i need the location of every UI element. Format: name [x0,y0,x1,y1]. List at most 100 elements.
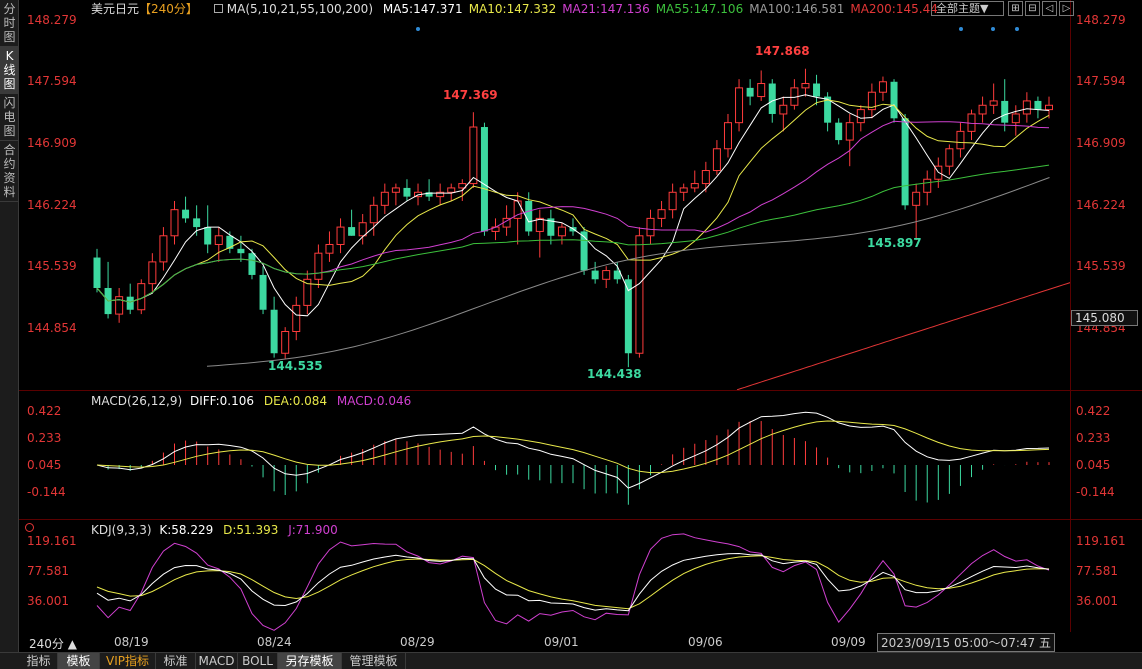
ma-value: MA55:147.106 [655,2,744,16]
theme-select[interactable]: 全部主题▼ [931,1,1004,16]
kdj-k: K:58.229 [159,523,214,537]
tab-vip-indicator[interactable]: VIP指标 [100,653,156,669]
time-range-readout: 2023/09/15 05:00～07:47 五 [877,633,1055,652]
period-toggle[interactable]: 240分 ▲ [29,635,77,652]
candle-body-down [182,209,190,219]
tab-timeshare[interactable]: 分时图 [0,0,19,47]
ma-icon [213,4,223,13]
candle-body-up [757,83,766,98]
bottom-tabs: 指标 模板 VIP指标 标准 MACD BOLL 另存模板 管理模板 [0,652,1142,669]
tab-template[interactable]: 模板 [58,653,100,669]
price-label-left: 147.594 [27,74,77,88]
candle-body-down [890,81,898,119]
candlestick-chart[interactable] [19,0,1071,390]
macd-chart[interactable] [19,391,1071,519]
candle-body-up [779,104,788,115]
candle-body-up [956,130,965,150]
tab-flash[interactable]: 闪电图 [0,94,19,141]
pane-divider-macd [19,390,1142,391]
ma-values: MA5:147.371 MA10:147.332 MA21:147.136 MA55:… [383,2,944,16]
candle-body-down [746,87,754,97]
ma200-line [736,281,1071,390]
macd-axis-label: 0.422 [27,404,62,418]
low-annotation: 144.438 [587,367,642,381]
period-label: 【240分】 [139,2,198,16]
candle-body-down [270,309,278,354]
chart-area[interactable]: 美元日元【240分】 MA(5,10,21,55,100,200) MA5:14… [19,0,1142,652]
candle-body-up [679,187,688,193]
ma-title: MA(5,10,21,55,100,200) [226,2,373,16]
candle-body-up [735,87,744,124]
event-marker[interactable] [416,27,420,31]
date-label: 08/29 [400,635,435,649]
candle-body-down [126,296,134,310]
candle-body-up [657,209,666,219]
price-label-right: 147.594 [1076,74,1126,88]
date-label: 09/06 [688,635,723,649]
tab-contract-info[interactable]: 合约资料 [0,141,19,202]
macd-axis-label: 0.045 [1076,458,1111,472]
candle-body-up [325,243,334,254]
zoom-in-button[interactable]: ⊞ [1008,1,1023,16]
candle-body-up [945,148,954,167]
trading-app: 分时图 K线图 闪电图 合约资料 美元日元【240分】 MA(5,10,21,5… [0,0,1142,669]
candle-body-down [204,227,212,245]
candle-body-up [170,209,179,237]
main-legend: 美元日元【240分】 MA(5,10,21,55,100,200) MA5:14… [91,1,950,17]
pane-divider-kdj [19,519,1142,520]
macd-axis-label: -0.144 [1076,485,1115,499]
candle-body-down [237,248,245,254]
candle-body-up [1022,100,1031,115]
date-label: 08/19 [114,635,149,649]
kdj-axis-label: 77.581 [1076,564,1118,578]
tab-standard[interactable]: 标准 [156,653,196,669]
candle-body-up [557,226,566,237]
candle-body-up [723,122,732,150]
candle-body-down [226,235,234,249]
zoom-out-button[interactable]: ⊟ [1025,1,1040,16]
tab-manage-template[interactable]: 管理模板 [342,653,406,669]
candle-body-up [214,235,223,245]
tab-boll[interactable]: BOLL [238,653,278,669]
event-marker[interactable] [991,27,995,31]
high-annotation: 147.868 [755,44,810,58]
ma-value: MA100:146.581 [749,2,845,16]
kdj-d-line [96,555,1050,610]
candle-body-down [901,118,909,206]
kdj-settings-icon[interactable] [25,523,34,532]
candle-body-up [701,170,710,185]
candle-body-up [923,178,932,193]
kdj-title: KDJ(9,3,3) [91,523,152,537]
price-label-right: 146.224 [1076,198,1126,212]
macd-legend: MACD(26,12,9) DIFF:0.106 DEA:0.084 MACD:… [91,393,417,409]
candle-body-up [391,187,400,193]
price-label-left: 144.854 [27,321,77,335]
candle-body-down [1034,100,1042,110]
candle-body-up [447,187,456,193]
candle-body-up [469,126,478,185]
candle-body-up [989,100,998,106]
price-label-left: 145.539 [27,259,77,273]
kdj-axis-label: 119.161 [27,534,77,548]
macd-value: MACD:0.046 [336,394,412,408]
scroll-right-button[interactable]: ▷ [1059,1,1074,16]
tab-kline[interactable]: K线图 [0,47,19,94]
tab-indicator[interactable]: 指标 [20,653,58,669]
macd-axis-label: 0.233 [27,431,62,445]
price-label-left: 146.224 [27,198,77,212]
candle-body-up [292,304,301,332]
event-marker[interactable] [959,27,963,31]
candle-body-up [148,261,157,285]
candle-body-down [193,218,201,228]
scroll-left-button[interactable]: ◁ [1042,1,1057,16]
candle-body-down [348,227,356,236]
candle-body-up [281,330,290,354]
price-label-right: 148.279 [1076,13,1126,27]
candle-body-down [768,83,776,114]
date-label: 08/24 [257,635,292,649]
tab-save-template[interactable]: 另存模板 [278,653,342,669]
event-marker[interactable] [1015,27,1019,31]
tab-macd[interactable]: MACD [196,653,238,669]
candle-body-up [668,191,677,211]
candle-body-up [690,183,699,189]
